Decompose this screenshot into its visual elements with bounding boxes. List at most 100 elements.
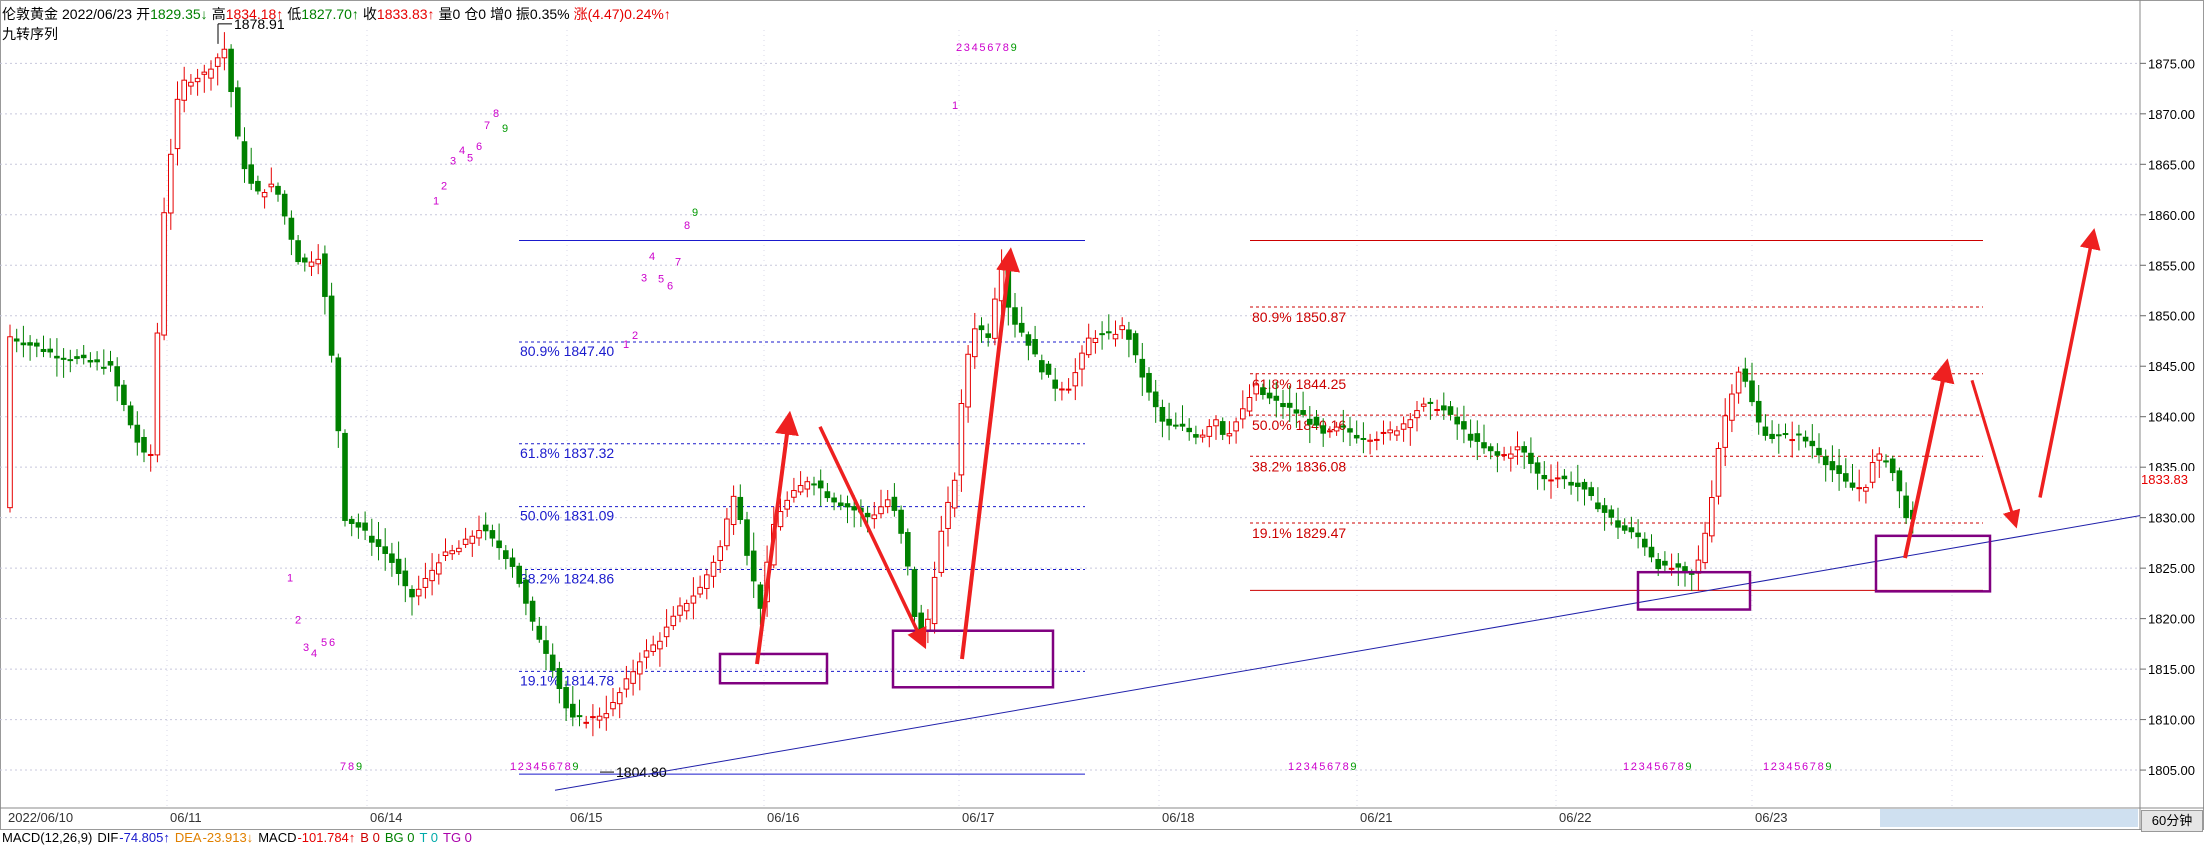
candle-body <box>844 503 851 508</box>
candle-body <box>107 361 114 366</box>
td-label: 7 <box>340 761 346 773</box>
candle-body <box>1353 434 1360 439</box>
candle-body <box>791 490 797 498</box>
candle-body <box>1300 410 1306 415</box>
candle-body <box>375 539 382 547</box>
candle-body <box>1414 410 1420 419</box>
tick-label: 1810.00 <box>2148 713 2195 728</box>
td-label: 4 <box>972 42 978 54</box>
candle-body <box>1226 433 1233 437</box>
candle-body <box>1668 567 1675 570</box>
candle-body <box>1528 452 1534 464</box>
candle-body <box>529 600 536 622</box>
candle-body <box>482 524 489 532</box>
candle-body <box>1628 527 1635 533</box>
candle-body <box>603 713 610 719</box>
candle-body <box>683 602 690 612</box>
td-label: 3 <box>641 272 647 284</box>
tick-label: 1850.00 <box>2148 309 2195 324</box>
candle-body <box>1166 418 1172 426</box>
time-label: 06/21 <box>1360 810 1393 825</box>
macd-dea: -23.913↓ <box>202 830 254 845</box>
candle-body <box>288 217 295 240</box>
candle-body <box>1032 339 1038 355</box>
candle-body <box>1521 446 1528 453</box>
candlestick-chart[interactable]: 80.9% 1847.40 61.8% 1837.32 50.0% 1831.09 3… <box>0 0 2204 830</box>
timeframe-button[interactable]: 60分钟 <box>2141 810 2203 832</box>
tick-label: 1815.00 <box>2148 662 2195 677</box>
tick-label: 1860.00 <box>2148 208 2195 223</box>
candle-body <box>1494 451 1501 456</box>
candle-body <box>60 357 67 360</box>
candle-body <box>54 355 60 359</box>
candle-body <box>1561 475 1568 480</box>
candle-body <box>1367 439 1373 442</box>
candle-body <box>1655 558 1662 570</box>
candle-body <box>891 496 898 511</box>
candle-body <box>1333 426 1340 432</box>
candle-body <box>1327 430 1333 433</box>
candle-body <box>1340 425 1347 428</box>
candle-body <box>637 661 643 675</box>
td-label: 8 <box>1678 761 1684 773</box>
tick-label: 1805.00 <box>2148 763 2195 778</box>
candle-body <box>1461 421 1467 430</box>
td-label: 8 <box>1343 761 1349 773</box>
td-label: 1 <box>1763 761 1769 773</box>
highlight-box <box>1636 570 1752 611</box>
tick-label: 1855.00 <box>2148 258 2195 273</box>
candle-body <box>992 298 998 339</box>
time-label: 06/22 <box>1559 810 1592 825</box>
candle-body <box>1079 352 1085 370</box>
td-label: 3 <box>964 42 970 54</box>
candle-body <box>389 553 395 563</box>
td-label: 7 <box>557 761 563 773</box>
td-label: 8 <box>565 761 571 773</box>
candle-body <box>275 185 281 195</box>
candle-body <box>516 565 523 584</box>
td-label: 6 <box>1802 761 1808 773</box>
td-label: 6 <box>329 637 335 649</box>
candle-body <box>1876 453 1883 461</box>
candle-body <box>951 479 958 509</box>
time-label: 06/18 <box>1162 810 1195 825</box>
time-label: 2022/06/10 <box>8 810 73 825</box>
td-label: 8 <box>1818 761 1824 773</box>
candle-body <box>268 183 275 188</box>
up-arrow <box>755 410 799 665</box>
candle-body <box>643 650 650 658</box>
candle-body <box>898 509 904 534</box>
candle-body <box>415 588 422 597</box>
td-label: 3 <box>526 761 532 773</box>
candle-body <box>1099 333 1105 336</box>
candle-body <box>1662 560 1668 566</box>
candle-body <box>724 518 730 547</box>
candle-body <box>1012 307 1018 325</box>
candle-body <box>101 366 107 369</box>
tick-label: 1830.00 <box>2148 511 2195 526</box>
candle-body <box>871 514 878 520</box>
td-label: 7 <box>484 120 490 132</box>
candle-body <box>824 491 831 499</box>
candle-body <box>127 405 134 426</box>
time-label: 06/16 <box>767 810 800 825</box>
td-label: 7 <box>1670 761 1676 773</box>
candle-body <box>34 342 40 347</box>
candle-body <box>1246 397 1253 412</box>
candle-body <box>925 618 931 632</box>
candle-body <box>1749 380 1755 403</box>
candle-body <box>1146 372 1152 393</box>
candle-body <box>1688 572 1695 575</box>
candle-body <box>1715 447 1722 497</box>
td-label: 2 <box>441 181 447 193</box>
candle-body <box>1266 392 1273 399</box>
td-label: 1 <box>287 572 293 584</box>
candle-body <box>1286 402 1293 408</box>
candle-body <box>362 522 368 531</box>
td-label: 7 <box>675 256 681 268</box>
candle-body <box>74 356 80 359</box>
candle-body <box>1501 454 1507 457</box>
candle-body <box>1849 482 1856 488</box>
candle-body <box>1132 333 1139 356</box>
td-label: 8 <box>684 220 690 232</box>
